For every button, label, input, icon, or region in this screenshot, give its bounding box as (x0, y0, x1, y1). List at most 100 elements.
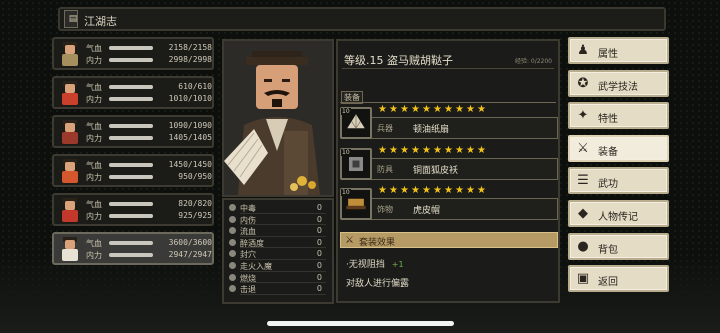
status-row: 封穴 0 (224, 248, 332, 260)
set-effect-line-1: ·无视阻挡 +1 (346, 257, 404, 270)
home-indicator[interactable] (267, 321, 454, 326)
status-icon (229, 285, 236, 293)
status-row: 击退 0 (224, 283, 332, 295)
party-member-card[interactable]: 气血 3600/3600 内力 2947/2947 (52, 232, 214, 265)
star-icon: ★ (400, 185, 409, 196)
status-effects-panel: 中毒 0 内伤 0 流血 0 醉酒度 0 封穴 0 走火入魔 0 燃烧 0 击退… (222, 198, 334, 304)
sword-icon: ⚔ (577, 140, 589, 156)
star-icon: ★ (422, 104, 431, 115)
status-value: 0 (316, 226, 322, 236)
menu-button-8[interactable]: ▣ 返回 (568, 265, 669, 293)
character-title: 等级.15 盗马贼胡鞑子 (344, 54, 453, 67)
star-icon: ★ (378, 185, 387, 196)
menu-button-4[interactable]: ⚔ 装备 (568, 134, 669, 162)
menu-label: 装备 (598, 146, 618, 158)
menu-label: 武学技法 (598, 81, 638, 93)
armor-icon[interactable]: 10 (340, 148, 372, 180)
trait-icon: ✦ (577, 108, 589, 124)
status-icon (229, 250, 236, 258)
menu-button-2[interactable]: ✪ 武学技法 (568, 69, 669, 97)
hp-value: 2158/2158 (168, 43, 212, 52)
equipment-slot[interactable]: 兵器 顿油纸扇 (364, 117, 558, 139)
hp-label: 气血 (86, 83, 102, 92)
status-icon (229, 204, 236, 211)
mp-label: 内力 (86, 134, 102, 143)
person-icon: ♟ (577, 43, 589, 58)
menu-label: 人物传记 (598, 211, 638, 223)
equipment-slot[interactable]: 防具 铜面狐皮袄 (364, 158, 558, 180)
star-icon: ★ (389, 185, 398, 196)
mp-value: 950/950 (178, 172, 212, 181)
fan-icon[interactable]: 10 (340, 107, 372, 139)
character-portrait-art (224, 41, 332, 195)
hp-bar (109, 241, 153, 245)
mp-bar (109, 175, 153, 179)
mp-label: 内力 (86, 56, 102, 65)
hp-label: 气血 (86, 44, 102, 53)
hp-bar (109, 163, 153, 167)
martial-arts-icon: ✪ (577, 75, 589, 91)
menu-button-1[interactable]: ♟ 属性 (568, 37, 669, 64)
mp-bar (109, 97, 153, 101)
book-icon: ◆ (578, 205, 588, 221)
page-title: 江湖志 (84, 15, 117, 28)
equipment-name: 铜面狐皮袄 (413, 166, 459, 176)
mp-bar (109, 214, 153, 218)
hp-label: 气血 (86, 200, 102, 209)
party-member-card[interactable]: 气血 610/610 内力 1010/1010 (52, 76, 214, 109)
hp-row: 气血 610/610 (86, 82, 212, 93)
mp-label: 内力 (86, 95, 102, 104)
status-value: 0 (316, 272, 322, 282)
star-icon: ★ (455, 104, 464, 115)
party-member-card[interactable]: 气血 820/820 内力 925/925 (52, 193, 214, 226)
menu-label: 特性 (598, 114, 618, 126)
hp-value: 820/820 (178, 199, 212, 208)
equipment-level: 10 (341, 108, 351, 115)
avatar (59, 198, 81, 222)
menu-button-6[interactable]: ◆ 人物传记 (568, 199, 669, 227)
equipment-item[interactable]: 防具 铜面狐皮袄 10 ★ ★ ★ ★ ★ ★ ★ ★ ★ ★ (340, 146, 558, 182)
status-icon (229, 215, 236, 223)
star-icon: ★ (477, 104, 486, 115)
party-member-card[interactable]: 气血 1090/1090 内力 1405/1405 (52, 115, 214, 148)
star-icon: ★ (477, 145, 486, 156)
party-list: 气血 2158/2158 内力 2998/2998 气血 610/610 内力 … (52, 37, 214, 271)
equipment-item[interactable]: 饰物 虎皮帽 10 ★ ★ ★ ★ ★ ★ ★ ★ ★ ★ (340, 186, 558, 222)
equipment-type: 兵器 (377, 124, 393, 133)
character-header: 等级.15 盗马贼胡鞑子 经验: 0/2200 (342, 49, 554, 69)
star-icon: ★ (422, 145, 431, 156)
menu-button-3[interactable]: ✦ 特性 (568, 102, 669, 130)
star-icon: ★ (433, 145, 442, 156)
menu-label: 返回 (598, 277, 618, 289)
book-icon[interactable]: ▤ (64, 10, 78, 28)
hp-bar (109, 124, 153, 128)
star-rating: ★ ★ ★ ★ ★ ★ ★ ★ ★ ★ (378, 105, 487, 116)
status-value: 0 (316, 284, 322, 294)
equipment-item[interactable]: 兵器 顿油纸扇 10 ★ ★ ★ ★ ★ ★ ★ ★ ★ ★ (340, 105, 558, 141)
star-icon: ★ (477, 185, 486, 196)
mp-value: 1405/1405 (168, 133, 212, 142)
menu-button-5[interactable]: ☰ 武功 (568, 167, 669, 195)
hp-label: 气血 (86, 161, 102, 170)
status-row: 流血 0 (224, 225, 332, 237)
mp-value: 2947/2947 (168, 250, 212, 259)
hat-icon[interactable]: 10 (340, 188, 372, 220)
star-icon: ★ (400, 104, 409, 115)
hp-value: 1090/1090 (168, 121, 212, 130)
back-icon: ▣ (576, 271, 590, 287)
mp-row: 内力 2998/2998 (86, 55, 212, 66)
star-icon: ★ (400, 145, 409, 156)
status-value: 0 (316, 260, 322, 270)
title-bar: ▤ 江湖志 (58, 7, 666, 31)
mp-value: 1010/1010 (168, 94, 212, 103)
hp-row: 气血 2158/2158 (86, 43, 212, 54)
hp-row: 气血 820/820 (86, 199, 212, 210)
status-row: 走火入魔 0 (224, 260, 332, 272)
equipment-slot[interactable]: 饰物 虎皮帽 (364, 198, 558, 220)
star-icon: ★ (433, 104, 442, 115)
menu-button-7[interactable]: ● 背包 (568, 232, 669, 260)
party-member-card[interactable]: 气血 1450/1450 内力 950/950 (52, 154, 214, 187)
party-member-card[interactable]: 气血 2158/2158 内力 2998/2998 (52, 37, 214, 70)
mp-bar (109, 136, 153, 140)
set-effect-header: ⚔ 套装效果 (340, 232, 558, 248)
